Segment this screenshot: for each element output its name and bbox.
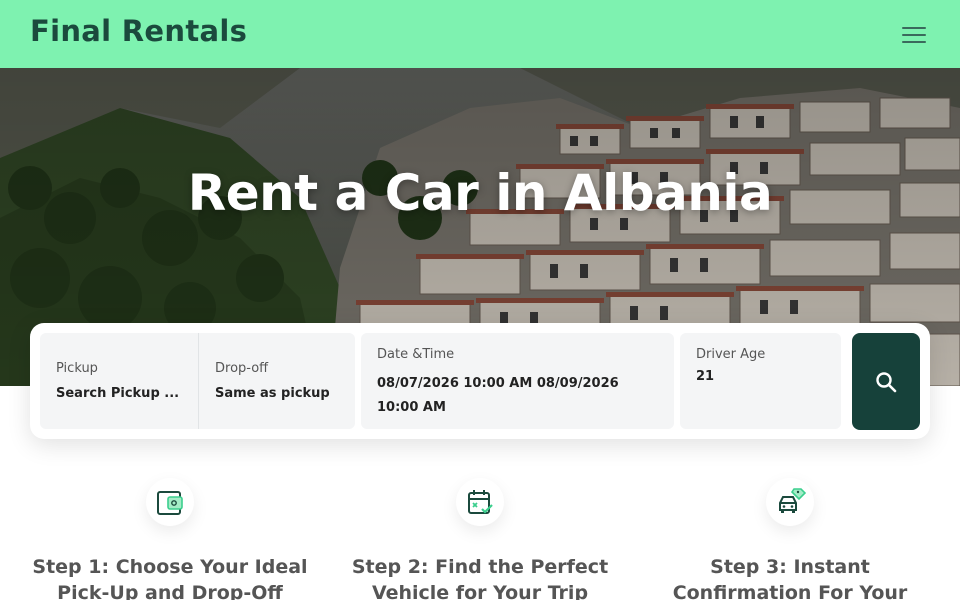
step-title: Step 3: Instant Confirmation For Your [672, 556, 908, 600]
step-title: Step 1: Choose Your Ideal Pick-Up and Dr… [32, 556, 308, 600]
search-form: Pickup Search Pickup ... Drop-off Same a… [30, 323, 930, 439]
step-title: Step 2: Find the Perfect Vehicle for You… [351, 556, 609, 600]
pickup-label: Pickup [56, 361, 98, 376]
driver-age-label: Driver Age [696, 347, 766, 362]
search-button[interactable] [852, 333, 920, 430]
dropoff-input[interactable]: Same as pickup [215, 386, 330, 401]
driver-age-input[interactable]: 21 [696, 369, 714, 384]
top-navigation-bar: Final Rentals [0, 0, 960, 68]
calendar-check-icon [456, 478, 504, 526]
menu-line [902, 41, 926, 43]
pickup-input[interactable]: Search Pickup ... [56, 386, 179, 401]
site-logo[interactable]: Final Rentals [30, 14, 247, 48]
dropoff-location-field[interactable]: Drop-off Same as pickup [198, 333, 355, 429]
date-time-label: Date &Time [377, 347, 455, 362]
hamburger-menu-icon[interactable] [898, 24, 930, 46]
dropoff-label: Drop-off [215, 361, 269, 376]
hero-title: Rent a Car in Albania [187, 164, 773, 222]
menu-line [902, 27, 926, 29]
date-time-input[interactable]: 08/07/2026 10:00 AM 08/09/2026 10:00 AM [377, 372, 663, 420]
search-icon [876, 371, 897, 392]
wallet-icon [146, 478, 194, 526]
date-time-field[interactable]: Date &Time 08/07/2026 10:00 AM 08/09/202… [361, 333, 674, 429]
car-tag-icon [766, 478, 814, 526]
pickup-location-field[interactable]: Pickup Search Pickup ... [40, 333, 198, 429]
driver-age-field[interactable]: Driver Age 21 [680, 333, 841, 429]
menu-line [902, 34, 926, 36]
